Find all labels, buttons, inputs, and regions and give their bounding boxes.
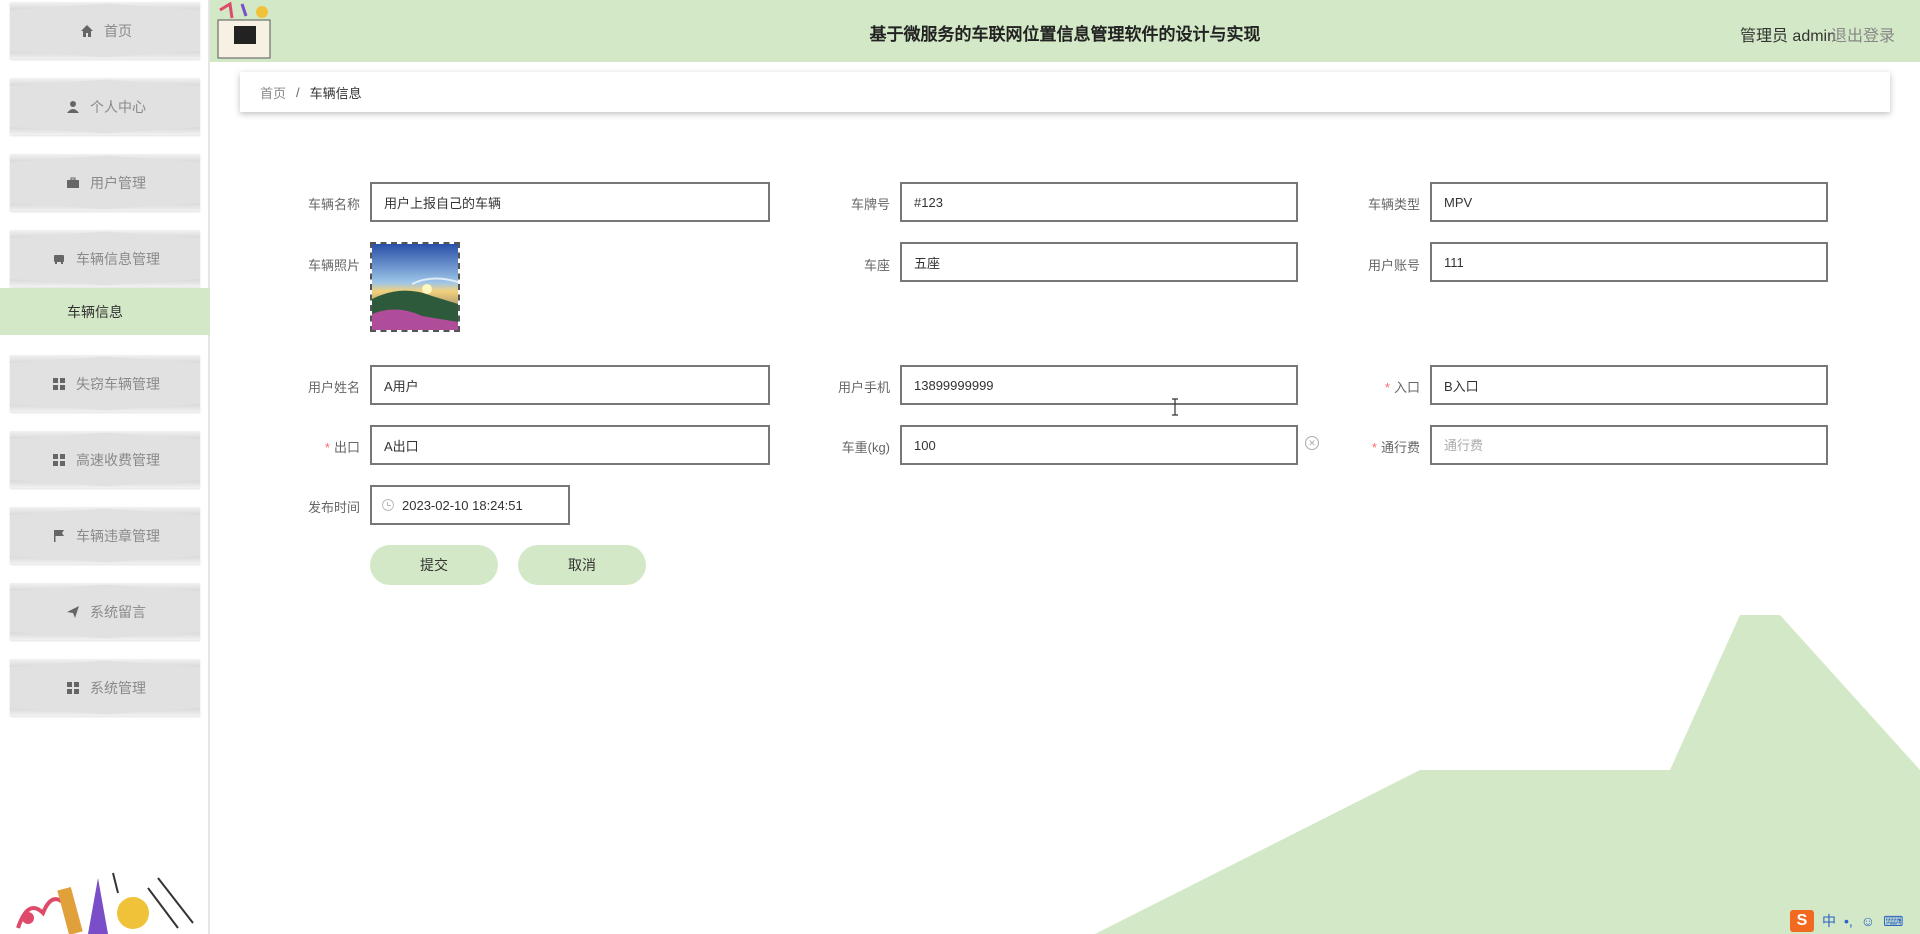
sidebar-item-label: 车辆信息管理 xyxy=(76,250,160,267)
toll-input[interactable] xyxy=(1430,425,1828,465)
required-marker: * xyxy=(324,440,330,455)
user-name-input[interactable] xyxy=(370,365,770,405)
entrance-input[interactable] xyxy=(1430,365,1828,405)
publish-time-value: 2023-02-10 18:24:51 xyxy=(402,497,523,513)
sidebar-item-vehicle-info[interactable]: 车辆信息管理 xyxy=(10,230,200,287)
vehicle-type-label: 车辆类型 xyxy=(1367,197,1420,212)
sidebar-item-label: 系统管理 xyxy=(90,679,146,696)
sidebar-item-label: 用户管理 xyxy=(90,174,146,191)
vehicle-photo-label: 车辆照片 xyxy=(307,258,360,273)
sidebar-item-label: 系统留言 xyxy=(90,603,146,620)
breadcrumb-current: 车辆信息 xyxy=(309,85,362,101)
current-user-label: 管理员 admin xyxy=(1739,28,1836,45)
exit-label: * 出口 xyxy=(324,440,360,455)
breadcrumb-home[interactable]: 首页 xyxy=(260,83,286,102)
sidebar-item-label: 首页 xyxy=(104,22,132,39)
sidebar-item-profile[interactable]: 个人中心 xyxy=(10,78,200,135)
breadcrumb-separator: / xyxy=(296,84,300,100)
sidebar-item-label: 个人中心 xyxy=(90,98,146,115)
weight-input[interactable] xyxy=(900,425,1298,465)
vehicle-type-input[interactable] xyxy=(1430,182,1828,222)
keyboard-icon[interactable]: ⌨ xyxy=(1883,913,1903,930)
car-icon xyxy=(50,250,68,268)
entrance-label: * 入口 xyxy=(1384,380,1420,395)
user-account-input[interactable] xyxy=(1430,242,1828,282)
grid-icon xyxy=(64,679,82,697)
sidebar-item-label: 失窃车辆管理 xyxy=(76,375,160,392)
sidebar-item-label: 高速收费管理 xyxy=(76,451,160,468)
submit-button[interactable]: 提交 xyxy=(370,545,498,585)
sidebar-item-messages[interactable]: 系统留言 xyxy=(10,583,200,640)
sogou-ime-icon[interactable]: S xyxy=(1790,910,1814,932)
seats-input[interactable] xyxy=(900,242,1298,282)
background-mountain-decoration xyxy=(1095,615,1920,934)
ime-punctuation[interactable]: •, xyxy=(1844,913,1853,929)
submenu-item-label: 车辆信息 xyxy=(67,303,123,320)
vehicle-photo-thumbnail xyxy=(372,244,458,330)
ime-indicator: S 中 •, ☺ ⌨ xyxy=(1790,910,1903,932)
sidebar-item-system[interactable]: 系统管理 xyxy=(10,659,200,716)
sidebar-item-stolen-vehicles[interactable]: 失窃车辆管理 xyxy=(10,355,200,412)
user-phone-input[interactable] xyxy=(900,365,1298,405)
plate-number-label: 车牌号 xyxy=(850,197,890,212)
user-name-label: 用户姓名 xyxy=(307,380,360,395)
logout-link[interactable]: 退出登录 xyxy=(1831,22,1895,46)
publish-time-picker[interactable]: 2023-02-10 18:24:51 xyxy=(370,485,570,525)
vehicle-name-input[interactable] xyxy=(370,182,770,222)
sidebar-doodle-illustration xyxy=(16,872,194,934)
header: 基于微服务的车联网位置信息管理软件的设计与实现 管理员 admin 退出登录 xyxy=(210,0,1920,62)
seats-label: 车座 xyxy=(863,258,890,273)
sidebar: 首页 个人中心 用户管理 车辆信息管理 车辆信息 失窃车辆管理 高速收费管理 车… xyxy=(0,0,210,934)
submenu-item-vehicle-info[interactable]: 车辆信息 xyxy=(0,288,210,335)
grid-icon xyxy=(50,451,68,469)
vehicle-photo-upload[interactable] xyxy=(370,242,460,332)
cancel-button[interactable]: 取消 xyxy=(518,545,646,585)
sidebar-item-home[interactable]: 首页 xyxy=(10,2,200,59)
vehicle-name-label: 车辆名称 xyxy=(307,197,360,212)
briefcase-icon xyxy=(64,174,82,192)
sidebar-item-violations[interactable]: 车辆违章管理 xyxy=(10,507,200,564)
user-account-label: 用户账号 xyxy=(1367,258,1420,273)
toll-label: * 通行费 xyxy=(1371,440,1420,455)
text-cursor-icon xyxy=(1172,398,1178,416)
ime-mode[interactable]: 中 xyxy=(1822,911,1836,931)
breadcrumb: 首页 / 车辆信息 xyxy=(240,72,1890,112)
sidebar-item-highway-toll[interactable]: 高速收费管理 xyxy=(10,431,200,488)
emoji-icon[interactable]: ☺ xyxy=(1861,913,1875,929)
grid-icon xyxy=(50,375,68,393)
send-icon xyxy=(64,603,82,621)
required-marker: * xyxy=(1371,440,1377,455)
required-marker: * xyxy=(1384,380,1390,395)
user-phone-label: 用户手机 xyxy=(837,380,890,395)
exit-input[interactable] xyxy=(370,425,770,465)
weight-label: 车重(kg) xyxy=(841,440,890,455)
app-title: 基于微服务的车联网位置信息管理软件的设计与实现 xyxy=(869,25,1261,44)
sidebar-item-users[interactable]: 用户管理 xyxy=(10,154,200,211)
home-icon xyxy=(78,22,96,40)
plate-number-input[interactable] xyxy=(900,182,1298,222)
clock-icon xyxy=(382,499,394,511)
user-icon xyxy=(64,98,82,116)
publish-time-label: 发布时间 xyxy=(307,500,360,515)
flag-icon xyxy=(50,527,68,545)
sidebar-item-label: 车辆违章管理 xyxy=(76,527,160,544)
